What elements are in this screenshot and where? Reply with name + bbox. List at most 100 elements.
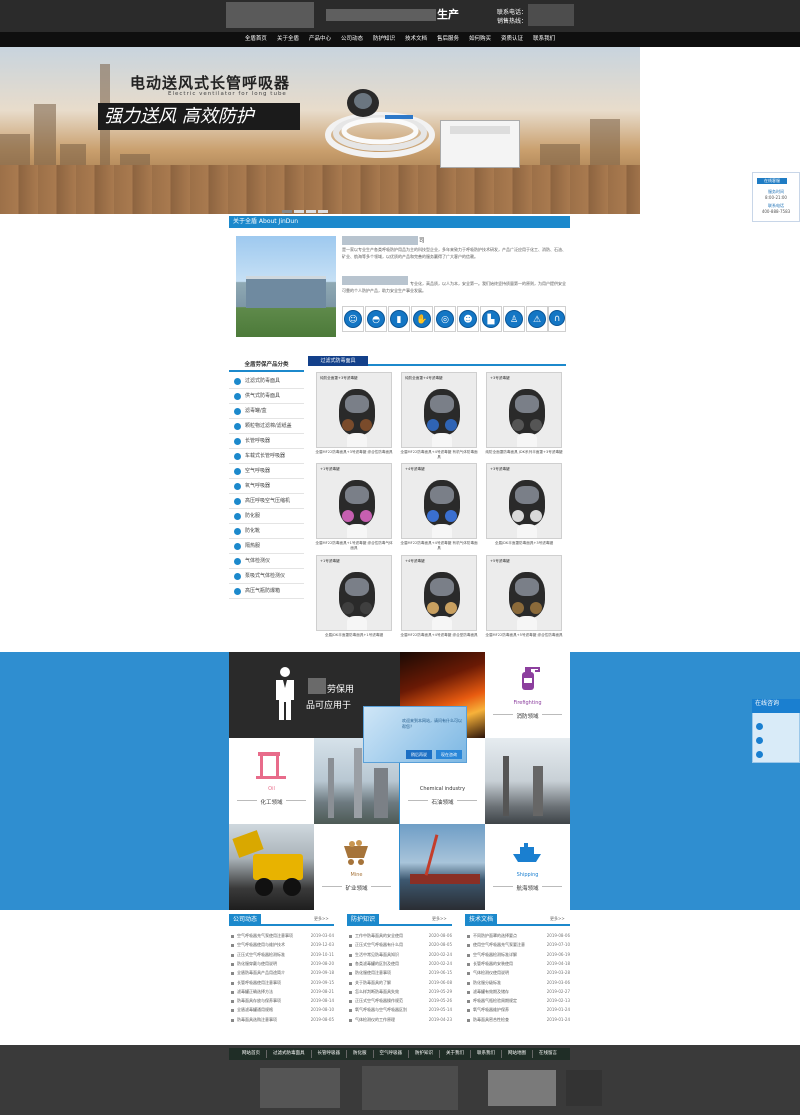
news-item[interactable]: 防毒面具选购注意事项 2019-08-05 <box>231 1016 334 1024</box>
footer-link[interactable]: 防化服 <box>347 1050 374 1058</box>
slide-dot-3[interactable] <box>306 210 316 213</box>
chat-contact-row[interactable] <box>756 735 796 745</box>
footer-link[interactable]: 网站首页 <box>236 1050 267 1058</box>
news-item[interactable]: 空气呼吸器充气泵使用注意事项 2019-03-04 <box>231 932 334 940</box>
footer-link[interactable]: 长管呼吸器 <box>312 1050 347 1058</box>
slide-dot-1[interactable] <box>282 210 292 213</box>
news-item[interactable]: 不同防护面罩的选择要点 2019-08-06 <box>467 932 570 940</box>
product-caption[interactable]: 全盾JDK半面罩防毒面具+3号滤毒罐 <box>484 541 564 546</box>
news-item[interactable]: 长管呼吸器使用注意事项 2019-09-15 <box>231 979 334 987</box>
site-logo[interactable] <box>226 2 314 28</box>
slide-dot-2[interactable] <box>294 210 304 213</box>
product-card[interactable]: +5号滤毒罐 <box>486 555 562 631</box>
category-item[interactable]: 空气呼吸器 <box>229 464 304 479</box>
product-caption[interactable]: 纯防全面罩防毒面具 JDK系列半面罩+3号滤毒罐 <box>484 450 564 455</box>
category-item[interactable]: 高压呼吸空气压缩机 <box>229 494 304 509</box>
news-item[interactable]: 氧气呼吸器维护保养 2019-01-24 <box>467 1006 570 1014</box>
product-card[interactable]: 纯防全面罩+4号滤毒罐 <box>401 372 477 448</box>
news-item[interactable]: 长管呼吸器的安装使用 2019-04-18 <box>467 960 570 968</box>
news-more-link[interactable]: 更多>> <box>432 916 447 922</box>
news-item[interactable]: 工作中防毒面具的安全使用 2020-08-06 <box>349 932 452 940</box>
news-item[interactable]: 防化服穿戴与使用说明 2019-08-20 <box>231 960 334 968</box>
product-card[interactable]: +3号滤毒罐 <box>486 372 562 448</box>
news-item[interactable]: 全盾滤毒罐通用规格 2019-08-10 <box>231 1006 334 1014</box>
news-item[interactable]: 防毒面具存放与保养事项 2019-08-14 <box>231 997 334 1005</box>
nav-knowledge[interactable]: 防护知识 <box>368 32 400 47</box>
footer-link[interactable]: 联系我们 <box>471 1050 502 1058</box>
category-item[interactable]: 隔热服 <box>229 539 304 554</box>
nav-news[interactable]: 公司动态 <box>336 32 368 47</box>
category-item[interactable]: 防化服 <box>229 509 304 524</box>
news-more-link[interactable]: 更多>> <box>550 916 565 922</box>
shipping-tile[interactable]: Shipping 航海领域 <box>485 824 570 910</box>
product-card[interactable]: +4号滤毒罐 <box>401 555 477 631</box>
news-item[interactable]: 生活中常见防毒面具知识 2020-02-24 <box>349 951 452 959</box>
oil-tile[interactable]: Oil 化工领域 <box>229 738 314 824</box>
product-caption[interactable]: 全盾JDK半面罩防毒面具+1号滤毒罐 <box>314 633 394 638</box>
port-photo-tile[interactable] <box>400 824 485 910</box>
category-item[interactable]: 滤毒罐/盒 <box>229 404 304 419</box>
footer-link[interactable]: 过滤式防毒面具 <box>267 1050 312 1058</box>
category-item[interactable]: 供气式防毒面具 <box>229 389 304 404</box>
product-card[interactable]: 纯防全面罩+3号滤毒罐 <box>316 372 392 448</box>
popup-later-button[interactable]: 稍后再说 <box>406 750 432 759</box>
product-card[interactable]: +1号滤毒罐 <box>316 555 392 631</box>
nav-home[interactable]: 全盾首页 <box>240 32 272 47</box>
nav-service[interactable]: 售后服务 <box>432 32 464 47</box>
news-more-link[interactable]: 更多>> <box>314 916 329 922</box>
news-item[interactable]: 正压式空气呼吸器检测标准 2019-10-11 <box>231 951 334 959</box>
product-caption[interactable]: 全盾MF22防毒面具+3号滤毒罐 综合性防毒面具 <box>314 450 394 455</box>
product-caption[interactable]: 全盾MF22防毒面具+4号滤毒罐 有机气体防毒面具 <box>399 450 479 460</box>
product-card[interactable]: +1号滤毒罐 <box>316 463 392 539</box>
category-item[interactable]: 颗粒物过滤棉/滤纸盖 <box>229 419 304 434</box>
news-item[interactable]: 空气呼吸器使用与维护技术 2019-12-03 <box>231 941 334 949</box>
nav-docs[interactable]: 技术文档 <box>400 32 432 47</box>
firefighting-tile[interactable]: Firefighting 消防领域 <box>485 652 570 738</box>
news-item[interactable]: 气体检测仪的工作原理 2019-04-23 <box>349 1016 452 1024</box>
product-card[interactable]: +4号滤毒罐 <box>401 463 477 539</box>
footer-link[interactable]: 关于我们 <box>440 1050 471 1058</box>
product-caption[interactable]: 全盾MF22防毒面具+1号滤毒罐 综合性防毒气体面具 <box>314 541 394 551</box>
mining-loader-photo-tile[interactable] <box>229 824 314 910</box>
news-item[interactable]: 各类滤毒罐的区别及使用 2020-02-24 <box>349 960 452 968</box>
category-item[interactable]: 车载式长管呼吸器 <box>229 449 304 464</box>
news-item[interactable]: 防化服使用注意事项 2019-06-15 <box>349 969 452 977</box>
popup-consult-button[interactable]: 现在咨询 <box>436 750 462 759</box>
product-card[interactable]: +3号滤毒罐 <box>486 463 562 539</box>
news-item[interactable]: 防化服分级标准 2019-03-06 <box>467 979 570 987</box>
footer-link[interactable]: 网站地图 <box>502 1050 533 1058</box>
news-item[interactable]: 滤毒罐有效期及储存 2019-02-27 <box>467 988 570 996</box>
nav-contact[interactable]: 联系我们 <box>528 32 560 47</box>
category-item[interactable]: 过滤式防毒面具 <box>229 374 304 389</box>
category-item[interactable]: 防化靴 <box>229 524 304 539</box>
category-item[interactable]: 长管呼吸器 <box>229 434 304 449</box>
nav-products[interactable]: 产品中心 <box>304 32 336 47</box>
news-item[interactable]: 呼吸器气瓶检验周期规定 2019-02-13 <box>467 997 570 1005</box>
product-caption[interactable]: 全盾MF22防毒面具+4号滤毒罐 综合型防毒面具 <box>399 633 479 638</box>
news-item[interactable]: 全盾防毒面具产品用途简介 2019-09-18 <box>231 969 334 977</box>
news-item[interactable]: 怎么样判断防毒面具失效 2019-05-29 <box>349 988 452 996</box>
category-item[interactable]: 气体检测仪 <box>229 554 304 569</box>
category-item[interactable]: 氧气呼吸器 <box>229 479 304 494</box>
nav-about[interactable]: 关于全盾 <box>272 32 304 47</box>
news-item[interactable]: 气体检测仪使用说明 2019-03-28 <box>467 969 570 977</box>
hero-banner[interactable] <box>0 47 640 214</box>
chat-widget-title[interactable]: 在线咨询 <box>752 699 800 713</box>
footer-link[interactable]: 防护知识 <box>409 1050 440 1058</box>
news-item[interactable]: 防毒面具密合性检查 2019-01-24 <box>467 1016 570 1024</box>
product-caption[interactable]: 全盾MF22防毒面具+5号滤毒罐 综合性防毒面具 <box>484 633 564 638</box>
service-phone[interactable]: 400-888-7583 <box>752 209 800 214</box>
slide-dot-4[interactable] <box>318 210 328 213</box>
category-item[interactable]: 泵吸式气体检测仪 <box>229 569 304 584</box>
product-caption[interactable]: 全盾MF22防毒面具+4号滤毒罐 有机气体防毒面具 <box>399 541 479 551</box>
news-item[interactable]: 空气呼吸器检测标准详解 2019-06-19 <box>467 951 570 959</box>
news-item[interactable]: 关于防毒面具的了解 2019-06-08 <box>349 979 452 987</box>
news-item[interactable]: 氧气呼吸器与空气呼吸器区别 2019-05-14 <box>349 1006 452 1014</box>
footer-link[interactable]: 在线留言 <box>533 1050 563 1058</box>
chat-contact-row[interactable] <box>756 749 796 759</box>
mine-tile[interactable]: Mine 矿业领域 <box>314 824 399 910</box>
category-item[interactable]: 高压气瓶防爆箱 <box>229 584 304 599</box>
nav-buy[interactable]: 如何购买 <box>464 32 496 47</box>
chat-contact-row[interactable] <box>756 721 796 731</box>
footer-link[interactable]: 空气呼吸器 <box>374 1050 409 1058</box>
